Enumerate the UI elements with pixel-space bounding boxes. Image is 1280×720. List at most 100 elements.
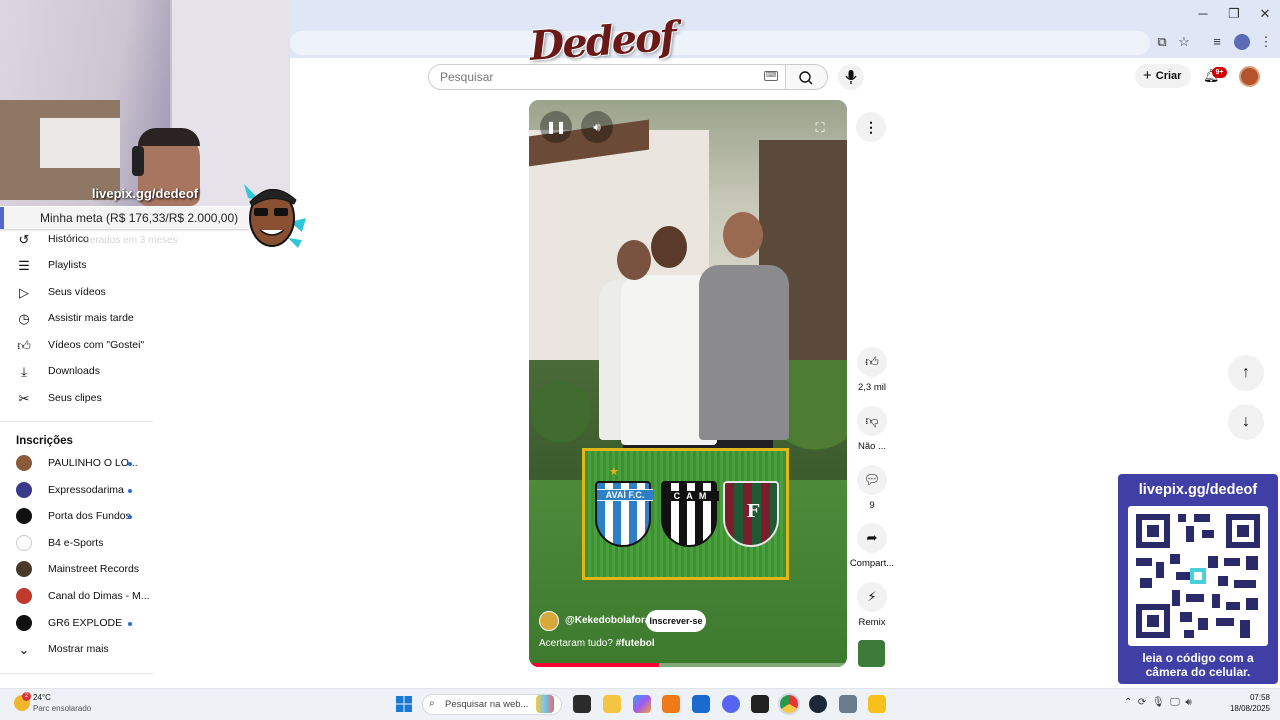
remix-button[interactable]: ⚡︎ (857, 582, 887, 612)
star-icon: ★ (609, 466, 619, 478)
clock-date[interactable]: 18/08/2025 (1226, 704, 1270, 713)
video-frame-person (699, 265, 789, 440)
create-button[interactable]: + Criar (1135, 64, 1191, 88)
channel-avatar[interactable] (539, 611, 559, 631)
browser-menu-icon[interactable]: ⋮ (1256, 32, 1276, 52)
copilot-icon[interactable] (633, 695, 651, 713)
media-controls-icon[interactable]: ≡ (1207, 32, 1227, 52)
volume-button[interactable]: 🔊︎ (581, 111, 613, 143)
channel-avatar (16, 615, 32, 631)
subscription-item[interactable]: Expressodarima (0, 478, 152, 504)
sidebar-item-watch-later[interactable]: ◷ Assistir mais tarde (0, 306, 152, 332)
pause-button[interactable]: ❚❚ (540, 111, 572, 143)
subscription-item[interactable]: PAULINHO O LO... (0, 451, 152, 477)
search-icon (799, 71, 813, 85)
close-button[interactable]: ✕ (1250, 4, 1280, 24)
keyboard-icon[interactable]: ⌨ (764, 71, 778, 81)
fullscreen-icon[interactable]: ⛶ (808, 116, 832, 140)
video-frame-head (617, 240, 651, 280)
file-explorer-icon[interactable] (603, 695, 621, 713)
dislike-label: Não ... (858, 441, 886, 452)
livepix-qr-card: livepix.gg/dedeof leia o código com a câm… (1118, 474, 1278, 684)
fluminense-crest: F (723, 481, 779, 547)
share-button[interactable]: ➦ (857, 523, 887, 553)
restore-button[interactable]: ❐ (1219, 4, 1249, 24)
sidebar-item-label: Vídeos com "Gostei" (48, 339, 145, 351)
remix-icon: ⚡︎ (867, 589, 877, 604)
channel-avatar (16, 482, 32, 498)
qr-code (1128, 506, 1268, 646)
like-count: 2,3 mil (858, 382, 886, 393)
caption-text: Acertaram tudo? (539, 638, 616, 649)
sidebar-item-clips[interactable]: ✂ Seus clipes (0, 386, 152, 412)
streamer-hair (138, 128, 200, 146)
sidebar-item-label: Downloads (48, 365, 100, 377)
channel-name: Porta dos Fundos (48, 510, 131, 522)
profile-avatar[interactable] (1234, 34, 1250, 50)
channel-avatar (16, 508, 32, 524)
your-videos-icon: ▷ (19, 285, 29, 300)
channel-name: B4 e-Sports (48, 537, 104, 549)
subscription-item[interactable]: Porta dos Fundos (0, 504, 152, 530)
sidebar-item-playlists[interactable]: ☰ Playlists (0, 253, 152, 279)
discord-icon[interactable] (722, 695, 740, 713)
search-button[interactable] (786, 64, 828, 90)
chrome-icon[interactable] (780, 695, 798, 713)
task-view-icon[interactable] (573, 695, 591, 713)
next-short-button[interactable]: ↓ (1228, 404, 1264, 440)
qr-caption: leia o código com a câmera do celular. (1118, 651, 1278, 679)
sidebar-item-your-videos[interactable]: ▷ Seus vídeos (0, 280, 152, 306)
app-icon[interactable] (751, 695, 769, 713)
bookmark-star-icon[interactable]: ☆ (1174, 32, 1194, 52)
channel-handle[interactable]: @Kekedobolafora (565, 615, 650, 626)
arrow-down-icon: ↓ (1242, 413, 1250, 430)
sidebar-item-downloads[interactable]: ⤓ Downloads (0, 359, 152, 385)
balloons-icon[interactable] (536, 695, 554, 713)
steam-icon[interactable] (809, 695, 827, 713)
pause-icon: ❚❚ (545, 120, 567, 134)
install-icon[interactable]: ⧉ (1152, 32, 1172, 52)
share-label: Compart... (849, 558, 895, 569)
windows-start-button[interactable] (396, 696, 412, 712)
sidebar-divider (0, 673, 153, 674)
subscription-item[interactable]: Mainstreet Records (0, 557, 152, 583)
video-frame-head (651, 226, 687, 268)
show-more-button[interactable]: ⌄ Mostrar mais (0, 637, 152, 663)
short-video-player[interactable]: ❚❚ 🔊︎ ⛶ ★ AVAÍ F.C. C A M F @Kekedobolaf… (529, 100, 847, 667)
subscription-item[interactable]: B4 e-Sports (0, 531, 152, 557)
search-icon: ⌕ (429, 698, 435, 709)
notes-icon[interactable] (868, 695, 886, 713)
crest-label: C A M (663, 491, 719, 501)
plus-icon: + (1143, 67, 1152, 84)
store-icon[interactable] (692, 695, 710, 713)
sidebar-item-liked[interactable]: 👍︎ Vídeos com "Gostei" (0, 333, 152, 359)
livepix-url: livepix.gg/dedeof (91, 186, 199, 201)
minimize-button[interactable]: ─ (1188, 4, 1218, 24)
like-button[interactable]: 👍︎ (857, 347, 887, 377)
windows-logo-icon (396, 696, 412, 712)
app-icon[interactable] (839, 695, 857, 713)
more-options-button[interactable]: ⋮ (856, 112, 886, 142)
voice-search-button[interactable] (838, 64, 864, 90)
sidebar-item-label: Seus vídeos (48, 286, 106, 298)
subscription-item[interactable]: GR6 EXPLODE (0, 611, 152, 637)
user-avatar[interactable] (1239, 66, 1260, 87)
system-tray[interactable]: ⌃ ⟳ 🎙︎ 🖵 🔊︎ (1124, 697, 1192, 708)
address-bar[interactable] (290, 31, 1150, 55)
channel-name: PAULINHO O LO... (48, 457, 138, 469)
clock-time[interactable]: 07:58 (1230, 693, 1270, 702)
app-icon[interactable] (662, 695, 680, 713)
subscribe-button[interactable]: Inscrever-se (646, 610, 706, 632)
previous-short-button[interactable]: ↑ (1228, 355, 1264, 391)
new-content-dot (128, 489, 132, 493)
channel-avatar (16, 561, 32, 577)
sound-thumbnail[interactable] (858, 640, 885, 667)
subscription-item[interactable]: Canal do Dimas - M... (0, 584, 152, 610)
hashtag-link[interactable]: #futebol (616, 638, 655, 649)
webcam-box (40, 118, 120, 168)
channel-avatar (16, 535, 32, 551)
volume-icon: 🔊︎ (593, 120, 601, 134)
dislike-button[interactable]: 👎︎ (857, 406, 887, 436)
comments-button[interactable]: 💬︎ (857, 465, 887, 495)
headset-icon (132, 146, 144, 176)
